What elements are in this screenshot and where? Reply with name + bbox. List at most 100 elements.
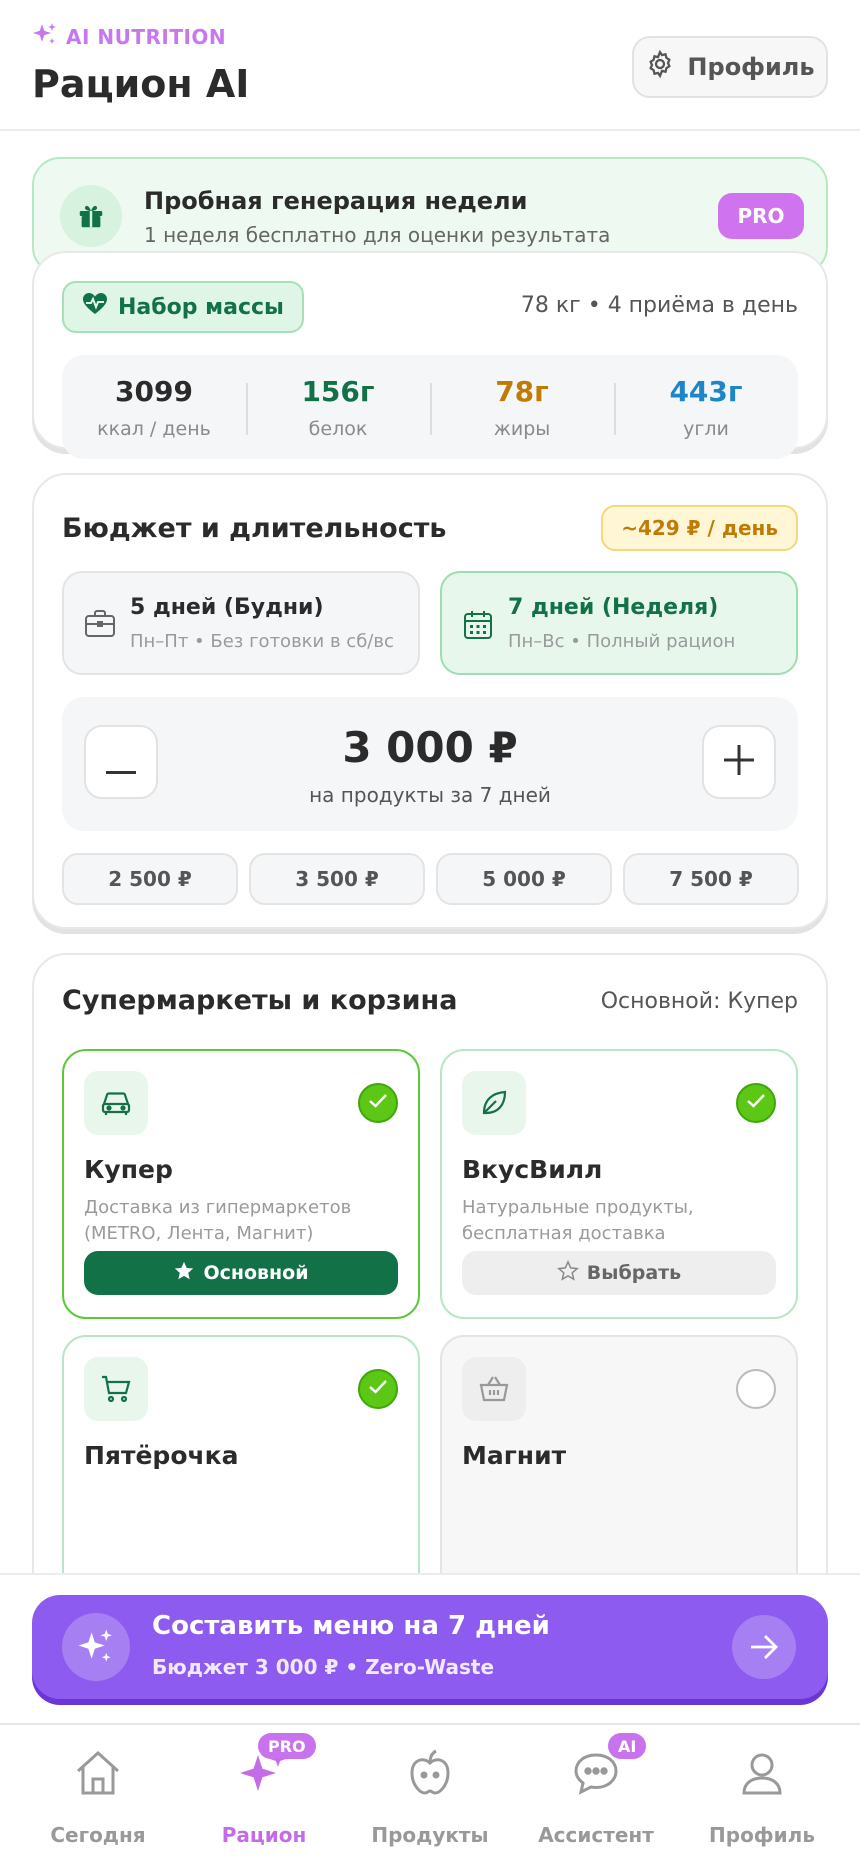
budget-amount-caption: на продукты за 7 дней: [309, 783, 551, 807]
budget-amount: 3 000 ₽: [342, 723, 518, 772]
nav-pro-badge: PRO: [258, 1733, 316, 1759]
store-checked-toggle[interactable]: [358, 1369, 398, 1409]
cta-subtitle: Бюджет 3 000 ₽ • Zero-Waste: [152, 1655, 495, 1679]
main-store-button-label: Основной: [203, 1262, 309, 1284]
brand: AI NUTRITION: [32, 22, 226, 52]
stat-value: 78г: [495, 374, 549, 408]
store-checked-toggle[interactable]: [358, 1083, 398, 1123]
basket-icon: [462, 1357, 526, 1421]
nav-label: Ассистент: [538, 1823, 654, 1847]
nav-item-today[interactable]: Сегодня: [12, 1725, 184, 1864]
budget-preset-chip[interactable]: 5 000 ₽: [436, 853, 612, 905]
checkmark-icon: [368, 1093, 388, 1113]
main-store-label: Основной: Купер: [600, 989, 798, 1014]
generate-menu-button[interactable]: Составить меню на 7 дней Бюджет 3 000 ₽ …: [32, 1595, 828, 1699]
main-store-button[interactable]: Основной: [84, 1251, 398, 1295]
car-icon: [84, 1071, 148, 1135]
increase-button[interactable]: [702, 725, 776, 799]
duration-subtitle: Пн–Вс • Полный рацион: [508, 631, 736, 652]
goal-card: Набор массы 78 кг • 4 приёма в день 3099…: [32, 251, 828, 459]
budget-amount-control: 3 000 ₽ на продукты за 7 дней: [62, 697, 798, 831]
arrow-right-icon: [732, 1615, 796, 1679]
select-store-button-label: Выбрать: [586, 1262, 682, 1284]
store-checked-toggle[interactable]: [736, 1083, 776, 1123]
store-name: Купер: [84, 1155, 173, 1184]
nav-ai-badge: AI: [608, 1733, 647, 1759]
bottom-nav: Сегодня PRO Рацион Продукты AI Ассистент…: [0, 1723, 860, 1864]
nav-item-products[interactable]: Продукты: [344, 1725, 516, 1864]
goal-label: Набор массы: [118, 294, 284, 320]
duration-option-7-days[interactable]: 7 дней (Неделя) Пн–Вс • Полный рацион: [440, 571, 798, 675]
profile-button-label: Профиль: [687, 53, 815, 81]
stat-label: жиры: [493, 417, 551, 440]
promo-subtitle: 1 неделя бесплатно для оценки результата: [144, 223, 611, 247]
sparkles-icon: [32, 22, 58, 52]
budget-card: Бюджет и длительность ~429 ₽ / день 5 дн…: [32, 473, 828, 929]
stat-label: белок: [308, 417, 368, 440]
store-card-magnit[interactable]: Магнит: [440, 1335, 798, 1573]
stat-fat: 78г жиры: [430, 375, 614, 440]
duration-subtitle: Пн–Пт • Без готовки в сб/вс: [130, 631, 394, 652]
per-day-badge: ~429 ₽ / день: [601, 505, 798, 551]
calendar-icon: [462, 609, 494, 645]
cta-bar: Составить меню на 7 дней Бюджет 3 000 ₽ …: [0, 1573, 860, 1723]
store-name: Магнит: [462, 1441, 567, 1470]
heartbeat-icon: [82, 292, 108, 322]
gear-icon: [645, 49, 675, 85]
stat-calories: 3099 ккал / день: [62, 375, 246, 440]
nav-item-profile[interactable]: Профиль: [676, 1725, 848, 1864]
nav-label: Профиль: [709, 1823, 815, 1847]
profile-button[interactable]: Профиль: [632, 36, 828, 98]
duration-title: 7 дней (Неделя): [508, 595, 719, 620]
budget-preset-chip[interactable]: 3 500 ₽: [249, 853, 425, 905]
nav-item-assistant[interactable]: AI Ассистент: [510, 1725, 682, 1864]
duration-title: 5 дней (Будни): [130, 595, 324, 620]
nav-label: Рацион: [221, 1823, 307, 1847]
home-icon: [72, 1747, 124, 1799]
store-name: Пятёрочка: [84, 1441, 239, 1470]
brand-name: AI NUTRITION: [66, 25, 227, 49]
scroll-content[interactable]: Пробная генерация недели 1 неделя беспла…: [0, 133, 860, 1573]
stat-value: 156г: [301, 374, 375, 408]
leaf-icon: [462, 1071, 526, 1135]
goal-pill[interactable]: Набор массы: [62, 281, 304, 333]
store-name: ВкусВилл: [462, 1155, 603, 1184]
nav-label: Продукты: [371, 1823, 489, 1847]
budget-preset-chip[interactable]: 2 500 ₽: [62, 853, 238, 905]
app-header: AI NUTRITION Рацион AI Профиль: [0, 0, 860, 131]
store-unchecked-toggle[interactable]: [736, 1369, 776, 1409]
duration-option-5-days[interactable]: 5 дней (Будни) Пн–Пт • Без готовки в сб/…: [62, 571, 420, 675]
checkmark-icon: [746, 1093, 766, 1113]
stat-value: 3099: [115, 374, 193, 408]
store-card-vkusvill[interactable]: ВкусВилл Натуральные продукты, бесплатна…: [440, 1049, 798, 1319]
store-card-pyaterochka[interactable]: Пятёрочка: [62, 1335, 420, 1573]
store-description: Натуральные продукты, бесплатная доставк…: [462, 1197, 694, 1244]
nav-item-ration[interactable]: PRO Рацион: [178, 1725, 350, 1864]
supermarkets-title: Супермаркеты и корзина: [62, 985, 458, 1016]
pro-badge[interactable]: PRO: [718, 193, 804, 239]
user-icon: [736, 1747, 788, 1799]
apple-icon: [404, 1747, 456, 1799]
cart-icon: [84, 1357, 148, 1421]
budget-title: Бюджет и длительность: [62, 513, 447, 544]
nav-label: Сегодня: [50, 1823, 146, 1847]
star-filled-icon: [173, 1260, 195, 1287]
stat-label: угли: [683, 417, 729, 440]
select-store-button[interactable]: Выбрать: [462, 1251, 776, 1295]
briefcase-icon: [84, 609, 116, 643]
stat-label: ккал / день: [97, 417, 211, 440]
plus-icon: [724, 739, 754, 785]
budget-preset-chip[interactable]: 7 500 ₽: [623, 853, 799, 905]
supermarkets-card: Супермаркеты и корзина Основной: Купер К…: [32, 953, 828, 1573]
stat-value: 443г: [669, 374, 743, 408]
macro-stats: 3099 ккал / день 156г белок 78г жиры 443…: [62, 355, 798, 459]
promo-title: Пробная генерация недели: [144, 187, 528, 215]
stat-protein: 156г белок: [246, 375, 430, 440]
store-card-kuper[interactable]: Купер Доставка из гипермаркетов (METRO, …: [62, 1049, 420, 1319]
goal-meta: 78 кг • 4 приёма в день: [520, 293, 798, 318]
store-description: Доставка из гипермаркетов (METRO, Лента,…: [84, 1197, 352, 1244]
stat-carbs: 443г угли: [614, 375, 798, 440]
cta-title: Составить меню на 7 дней: [152, 1611, 550, 1641]
sparkles-icon: [62, 1613, 130, 1681]
checkmark-icon: [368, 1379, 388, 1399]
